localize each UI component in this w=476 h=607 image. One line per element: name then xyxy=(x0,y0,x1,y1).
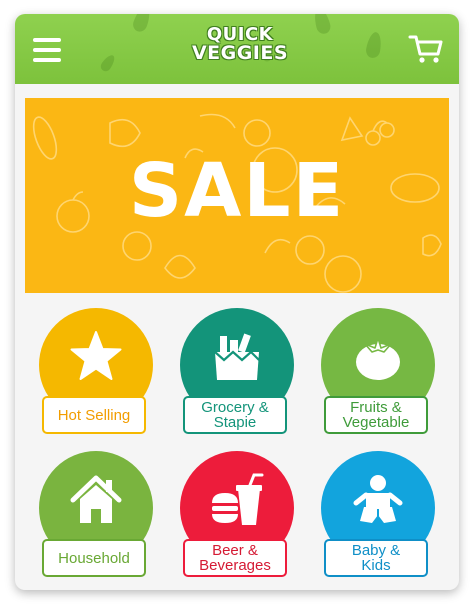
burger-drink-icon xyxy=(212,473,264,525)
category-household[interactable]: Household xyxy=(37,451,155,581)
hamburger-menu-icon[interactable] xyxy=(33,38,61,62)
category-beer-beverages[interactable]: Beer & Beverages xyxy=(178,451,296,581)
category-label: Household xyxy=(42,539,146,577)
category-label: Grocery & Stapie xyxy=(183,396,287,434)
category-label: Baby & Kids xyxy=(324,539,428,577)
category-grocery[interactable]: Grocery & Stapie xyxy=(178,308,296,438)
star-icon xyxy=(70,331,122,380)
app-header: QUICK VEGGIES xyxy=(15,14,459,84)
logo-line2: VEGGIES xyxy=(191,42,289,64)
category-label: Beer & Beverages xyxy=(183,539,287,577)
tomato-icon xyxy=(356,337,400,380)
grocery-bag-icon xyxy=(214,333,260,380)
category-label: Hot Selling xyxy=(42,396,146,434)
app-logo[interactable]: QUICK VEGGIES xyxy=(175,26,305,64)
leaf-decoration xyxy=(364,30,384,60)
sale-text: SALE xyxy=(128,148,346,234)
house-icon xyxy=(70,475,122,523)
sale-banner[interactable]: SALE xyxy=(25,98,449,293)
app-screen: QUICK VEGGIES SALE Hot Selling Grocery &… xyxy=(15,14,459,590)
category-fruits[interactable]: Fruits & Vegetable xyxy=(319,308,437,438)
category-baby-kids[interactable]: Baby & Kids xyxy=(319,451,437,581)
leaf-decoration xyxy=(311,14,333,36)
category-hot-selling[interactable]: Hot Selling xyxy=(37,308,155,438)
baby-icon xyxy=(353,475,403,523)
leaf-decoration xyxy=(98,52,118,74)
leaf-decoration xyxy=(130,14,154,34)
category-label: Fruits & Vegetable xyxy=(324,396,428,434)
shopping-cart-icon[interactable] xyxy=(408,34,444,64)
